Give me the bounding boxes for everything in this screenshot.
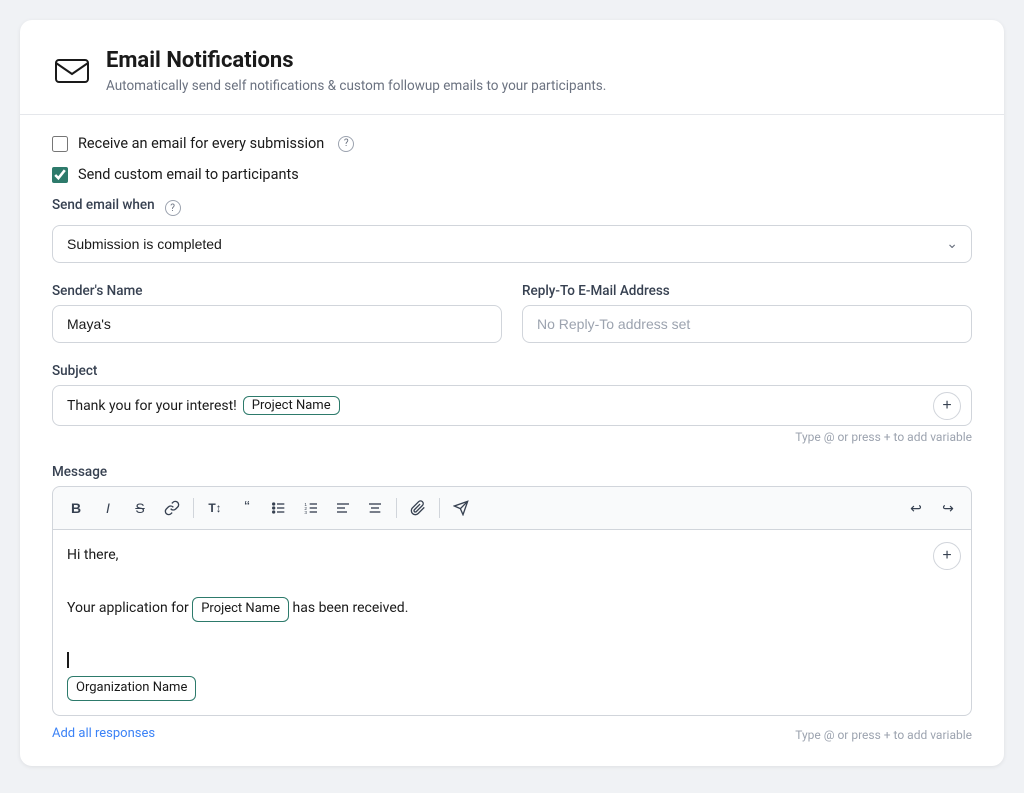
message-project-name-tag[interactable]: Project Name	[192, 597, 289, 622]
bullet-list-button[interactable]	[264, 493, 294, 523]
bold-button[interactable]: B	[61, 493, 91, 523]
reply-to-group: Reply-To E-Mail Address	[522, 283, 972, 343]
header: Email Notifications Automatically send s…	[52, 48, 972, 94]
heading-button[interactable]: T↕	[200, 493, 230, 523]
send-when-select[interactable]: Submission is completed Submission is st…	[52, 225, 972, 263]
message-line-2-prefix: Your application for	[67, 600, 189, 616]
undo-redo-group: ↩ ↪	[901, 493, 963, 523]
redo-button[interactable]: ↪	[933, 493, 963, 523]
message-footer: Add all responses Type @ or press + to a…	[52, 724, 972, 742]
align-left-button[interactable]	[328, 493, 358, 523]
ordered-list-button[interactable]: 123	[296, 493, 326, 523]
email-icon	[52, 50, 92, 90]
subject-input-wrapper[interactable]: Thank you for your interest! Project Nam…	[52, 385, 972, 426]
link-button[interactable]	[157, 493, 187, 523]
subject-variable-tag[interactable]: Project Name	[243, 396, 340, 415]
sender-name-label: Sender's Name	[52, 283, 502, 299]
send-when-select-wrapper: Submission is completed Submission is st…	[52, 225, 972, 263]
subject-section: Subject Thank you for your interest! Pro…	[52, 363, 972, 444]
add-all-responses-link[interactable]: Add all responses	[52, 726, 155, 741]
page-title: Email Notifications	[106, 48, 606, 74]
strikethrough-button[interactable]: S	[125, 493, 155, 523]
message-label: Message	[52, 464, 972, 480]
custom-email-row: Send custom email to participants	[52, 166, 972, 183]
message-toolbar: B I S T↕ “ 123	[52, 486, 972, 529]
sender-name-input[interactable]	[52, 305, 502, 343]
subject-label: Subject	[52, 363, 972, 379]
message-section: Message B I S T↕ “ 123	[52, 464, 972, 742]
message-line-2: Your application for Project Name has be…	[67, 597, 927, 622]
send-when-help-icon[interactable]: ?	[165, 200, 181, 216]
custom-email-checkbox[interactable]	[52, 167, 68, 183]
email-notifications-card: Email Notifications Automatically send s…	[20, 20, 1004, 766]
message-add-variable-button[interactable]: +	[933, 542, 961, 570]
italic-button[interactable]: I	[93, 493, 123, 523]
every-submission-label[interactable]: Receive an email for every submission	[78, 135, 324, 152]
message-line-1: Hi there,	[67, 544, 927, 566]
toolbar-separator-2	[396, 498, 397, 518]
align-center-button[interactable]	[360, 493, 390, 523]
message-org-name-tag-wrapper: Organization Name	[67, 676, 927, 701]
every-submission-help-icon[interactable]: ?	[338, 136, 354, 152]
message-org-name-tag[interactable]: Organization Name	[67, 676, 196, 701]
sender-name-group: Sender's Name	[52, 283, 502, 343]
send-when-section: Send email when ? Submission is complete…	[52, 197, 972, 263]
message-line-2-suffix: has been received.	[293, 600, 409, 616]
cursor-line	[67, 652, 927, 668]
toolbar-separator-3	[439, 498, 440, 518]
every-submission-checkbox[interactable]	[52, 136, 68, 152]
custom-email-label[interactable]: Send custom email to participants	[78, 166, 299, 183]
message-hint: Type @ or press + to add variable	[795, 728, 972, 742]
message-area[interactable]: + Hi there, Your application for Project…	[52, 529, 972, 716]
reply-to-input[interactable]	[522, 305, 972, 343]
subject-text: Thank you for your interest!	[67, 398, 237, 414]
reply-to-label: Reply-To E-Mail Address	[522, 283, 972, 299]
send-button[interactable]	[446, 493, 476, 523]
toolbar-separator-1	[193, 498, 194, 518]
subject-add-variable-button[interactable]: +	[933, 392, 961, 420]
svg-text:3: 3	[304, 510, 307, 515]
page-subtitle: Automatically send self notifications & …	[106, 78, 606, 94]
attachment-button[interactable]	[403, 493, 433, 523]
subject-hint: Type @ or press + to add variable	[52, 430, 972, 444]
every-submission-row: Receive an email for every submission ?	[52, 135, 972, 152]
text-cursor	[67, 652, 69, 668]
send-when-label: Send email when	[52, 197, 155, 213]
header-divider	[20, 114, 1004, 115]
header-text: Email Notifications Automatically send s…	[106, 48, 606, 94]
blockquote-button[interactable]: “	[232, 493, 262, 523]
undo-button[interactable]: ↩	[901, 493, 931, 523]
sender-reply-row: Sender's Name Reply-To E-Mail Address	[52, 283, 972, 343]
